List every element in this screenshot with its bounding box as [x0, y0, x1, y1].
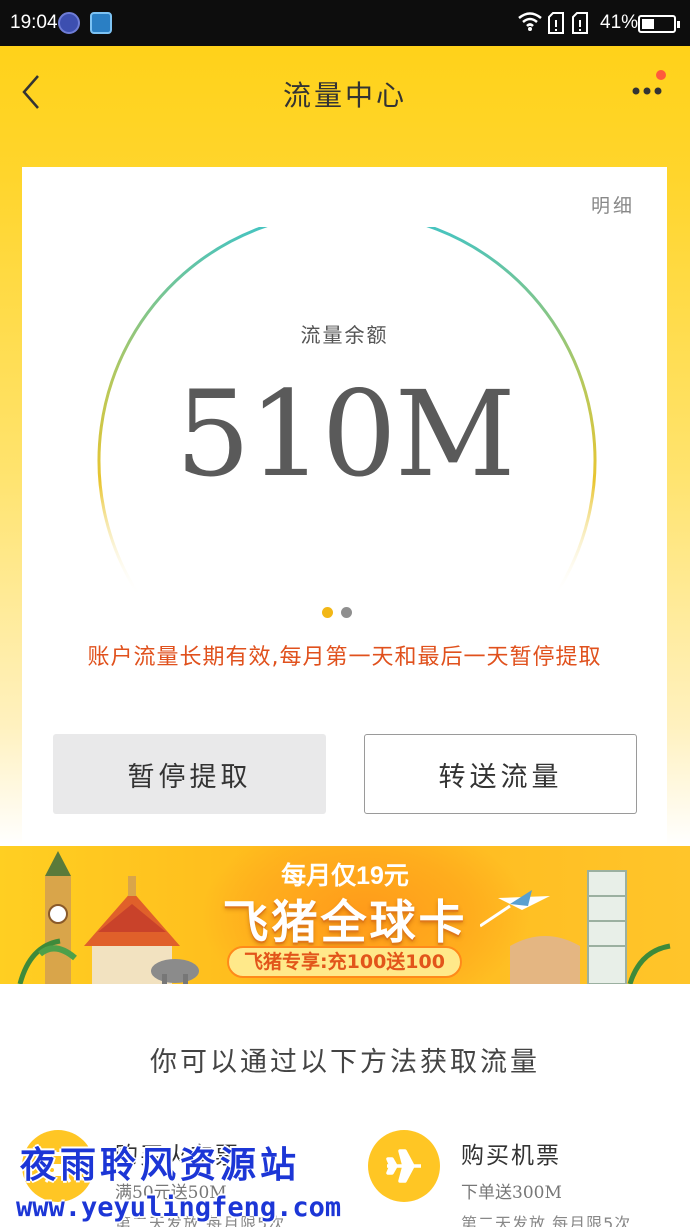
page-dot-inactive: [341, 607, 352, 618]
pause-withdraw-button[interactable]: 暂停提取: [53, 734, 326, 814]
top-nav-bar: 流量中心: [0, 46, 690, 136]
method-description: 下单送300M: [461, 1183, 562, 1203]
method-title: 购买机票: [461, 1143, 561, 1169]
screenshot-notification-icon: [90, 12, 112, 34]
detail-link[interactable]: 明细: [591, 191, 635, 218]
sim-card-2-icon: [572, 12, 588, 34]
notification-dot: [656, 70, 666, 80]
status-time: 19:04: [10, 12, 58, 33]
battery-icon: [638, 15, 680, 33]
promo-banner[interactable]: 每月仅19元 飞猪全球卡 飞猪专享:充100送100: [0, 846, 690, 984]
balance-label: 流量余额: [300, 323, 389, 347]
plane-icon: [368, 1130, 440, 1202]
banner-promo-pill: 飞猪专享:充100送100: [227, 946, 462, 978]
watermark-url: www.yeyulingfeng.com: [16, 1192, 342, 1223]
app-notification-icon: [58, 12, 80, 34]
transfer-data-button[interactable]: 转送流量: [364, 734, 637, 814]
balance-card: 明细 流量余额 510M 账户流量长期有效,每月第一天和最后一天暂停提取 暂停提…: [22, 167, 667, 847]
battery-percent: 41%: [600, 12, 639, 33]
balance-value: 510M: [175, 365, 515, 503]
page-indicator: [322, 603, 360, 622]
sim-card-1-icon: [548, 12, 564, 34]
watermark-text: 夜雨聆风资源站: [20, 1145, 301, 1186]
page-dot-active: [322, 607, 333, 618]
banner-title: 飞猪全球卡: [222, 895, 468, 949]
validity-notice: 账户流量长期有效,每月第一天和最后一天暂停提取: [87, 645, 602, 670]
status-bar: 19:04 41%: [0, 0, 690, 46]
method-note: 第二天发放,每月限5次: [461, 1214, 632, 1227]
methods-section-title: 你可以通过以下方法获取流量: [150, 1047, 540, 1078]
wifi-icon: [518, 12, 542, 31]
method-flight-ticket[interactable]: 购买机票 下单送300M 第二天发放,每月限5次: [368, 1130, 688, 1227]
page-title: 流量中心: [282, 79, 407, 112]
